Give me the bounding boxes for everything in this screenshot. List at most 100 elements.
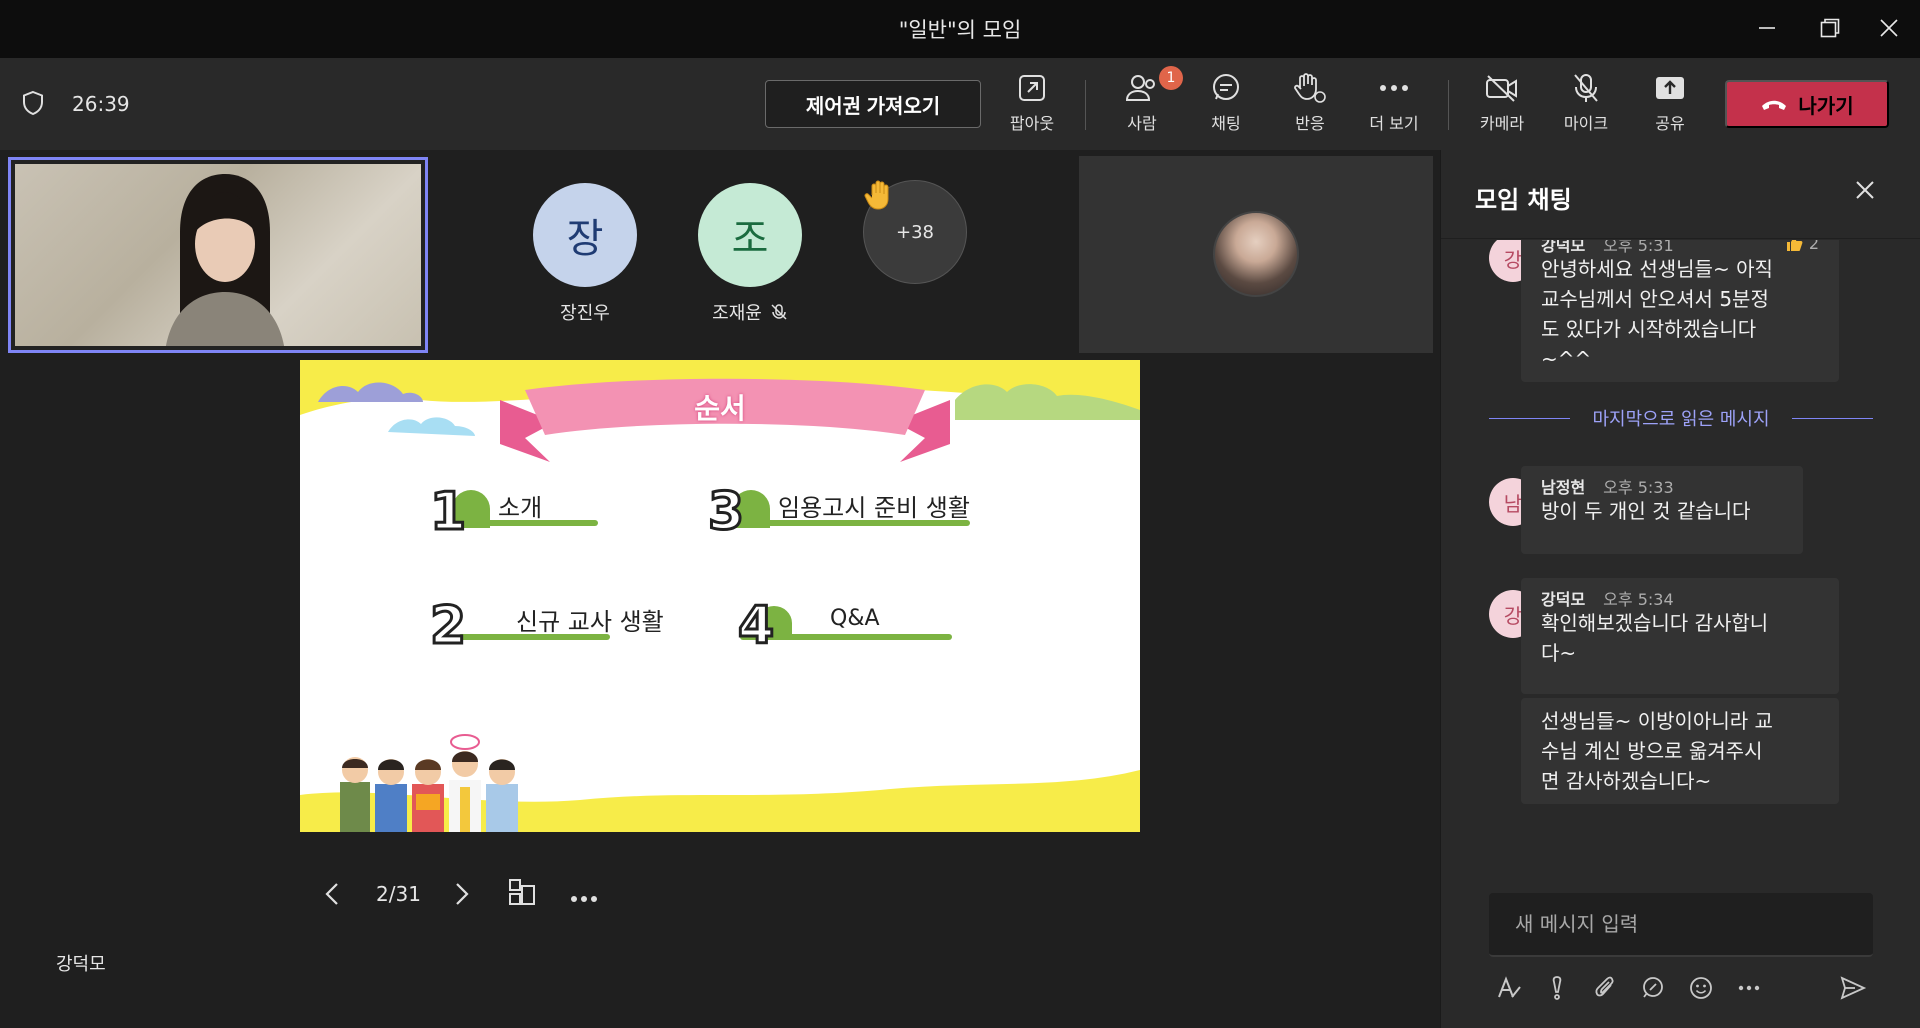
slides-grid-icon xyxy=(509,879,535,905)
chat-message[interactable]: 강덕모 오후 5:34 확인해보겠습니다 감사합니 다~ xyxy=(1521,578,1839,694)
slide-item-number: 2 xyxy=(428,595,467,658)
chat-message[interactable]: 선생님들~ 이방이아니라 교 수님 계신 방으로 옮겨주시 면 감사하겠습니다~ xyxy=(1521,698,1839,804)
more-label: 더 보기 xyxy=(1369,114,1419,133)
share-label: 공유 xyxy=(1655,114,1685,133)
mic-label: 마이크 xyxy=(1563,114,1609,133)
message-author: 남정현 xyxy=(1541,478,1586,497)
next-slide-button[interactable] xyxy=(454,882,470,910)
important-button[interactable] xyxy=(1539,968,1575,1008)
avatar xyxy=(1213,211,1299,297)
chat-button[interactable]: 채팅 xyxy=(1184,66,1268,144)
popout-label: 팝아웃 xyxy=(1009,114,1055,133)
message-time: 오후 5:33 xyxy=(1603,478,1674,497)
mic-off-icon xyxy=(771,304,787,320)
chat-panel-title: 모임 채팅 xyxy=(1475,186,1572,214)
message-time: 오후 5:31 xyxy=(1603,240,1674,255)
popout-button[interactable]: 팝아웃 xyxy=(990,66,1074,144)
phone-hangup-icon xyxy=(1762,100,1787,110)
loop-icon xyxy=(1643,977,1663,998)
self-video-tile[interactable] xyxy=(8,157,428,353)
mic-off-icon xyxy=(1574,74,1598,102)
slide-item-label: 임용고시 준비 생활 xyxy=(778,494,970,522)
message-time: 오후 5:34 xyxy=(1603,590,1674,609)
raised-hand-icon xyxy=(863,178,897,216)
restore-icon xyxy=(1820,18,1840,38)
people-button[interactable]: 1 사람 xyxy=(1100,66,1184,144)
share-button[interactable]: 공유 xyxy=(1628,66,1712,144)
leave-button[interactable]: 나가기 xyxy=(1725,80,1889,128)
compose-more-button[interactable] xyxy=(1731,968,1767,1008)
slide-navigation: 2/31 xyxy=(314,870,614,914)
slide-more-button[interactable] xyxy=(570,888,598,907)
chat-message-list[interactable]: 강 강덕모 오후 5:31 2 안녕하세요 선생님들~ 아직 교수님께서 안오셔… xyxy=(1441,240,1920,890)
avatar: 장 xyxy=(533,183,637,287)
slide-item-label: Q&A xyxy=(830,606,880,631)
leave-label: 나가기 xyxy=(1798,95,1854,118)
chevron-right-icon xyxy=(456,883,469,905)
exclamation-icon xyxy=(1552,976,1562,1000)
slide-page-indicator: 2/31 xyxy=(376,882,421,906)
message-author: 강덕모 xyxy=(1541,590,1586,609)
message-author: 강덕모 xyxy=(1541,240,1586,255)
people-icon xyxy=(1125,75,1155,101)
last-read-divider: 마지막으로 읽은 메시지 xyxy=(1489,403,1874,433)
minimize-icon xyxy=(1759,27,1775,29)
take-control-button[interactable]: 제어권 가져오기 xyxy=(765,80,981,128)
mic-button[interactable]: 마이크 xyxy=(1544,66,1628,144)
presentation-slide: 순서 1 소개 3 임용고시 준비 생활 2 신규 교사 생활 4 Q&A xyxy=(300,360,1140,832)
chat-icon xyxy=(1213,74,1239,100)
participant-video-person xyxy=(166,174,284,346)
format-button[interactable] xyxy=(1491,968,1527,1008)
close-icon xyxy=(1880,19,1898,37)
meeting-chat-panel: 모임 채팅 강 강덕모 오후 5:31 2 안녕하세요 선생님들~ 아직 교수님… xyxy=(1440,150,1920,1028)
participant-tile[interactable]: 조 조재윤 xyxy=(670,183,830,325)
chat-label: 채팅 xyxy=(1211,114,1241,133)
slide-item-label: 소개 xyxy=(498,494,543,522)
slide-item-label: 신규 교사 생활 xyxy=(516,608,664,636)
emoji-button[interactable] xyxy=(1683,968,1719,1008)
more-icon xyxy=(1380,85,1408,91)
slide-item-number: 3 xyxy=(706,481,745,544)
slide-thumbnails-button[interactable] xyxy=(508,878,536,910)
close-window-button[interactable] xyxy=(1866,8,1912,48)
compose-box[interactable] xyxy=(1489,893,1873,957)
attach-button[interactable] xyxy=(1587,968,1623,1008)
self-video xyxy=(15,164,421,346)
presenter-name: 강덕모 xyxy=(56,954,106,975)
message-body: 확인해보겠습니다 감사합니 다~ xyxy=(1541,611,1769,665)
meeting-timer: 26:39 xyxy=(72,92,130,116)
minimize-button[interactable] xyxy=(1744,8,1790,48)
chat-message[interactable]: 강덕모 오후 5:31 2 안녕하세요 선생님들~ 아직 교수님께서 안오셔서 … xyxy=(1521,240,1839,382)
send-button[interactable] xyxy=(1835,968,1871,1008)
camera-label: 카메라 xyxy=(1479,114,1525,133)
previous-slide-button[interactable] xyxy=(324,882,340,910)
meeting-toolbar: 26:39 제어권 가져오기 팝아웃 1 사람 채팅 반응 더 보기 카메라 마… xyxy=(0,58,1920,150)
send-icon xyxy=(1840,976,1867,1000)
message-reaction[interactable]: 2 xyxy=(1785,240,1819,254)
restore-button[interactable] xyxy=(1807,8,1853,48)
chevron-left-icon xyxy=(325,883,338,905)
more-button[interactable]: 더 보기 xyxy=(1352,66,1436,144)
reactions-button[interactable]: 반응 xyxy=(1268,66,1352,144)
slide-item-number: 1 xyxy=(428,481,467,544)
message-body: 선생님들~ 이방이아니라 교 수님 계신 방으로 옮겨주시 면 감사하겠습니다~ xyxy=(1541,709,1773,793)
shield-icon xyxy=(22,90,44,120)
close-icon xyxy=(1856,181,1874,199)
popout-icon xyxy=(1019,75,1045,101)
window-title: "일반"의 모임 xyxy=(898,18,1022,42)
message-body: 안녕하세요 선생님들~ 아직 교수님께서 안오셔서 5분정 도 있다가 시작하겠… xyxy=(1541,257,1773,371)
participant-tile[interactable]: 장 장진우 xyxy=(505,183,665,325)
close-chat-button[interactable] xyxy=(1853,178,1877,206)
participant-name: 장진우 xyxy=(560,303,610,324)
message-body: 방이 두 개인 것 같습니다 xyxy=(1541,499,1751,523)
loop-button[interactable] xyxy=(1635,968,1671,1008)
message-input[interactable] xyxy=(1489,893,1873,955)
camera-button[interactable]: 카메라 xyxy=(1460,66,1544,144)
chat-message[interactable]: 남정현 오후 5:33 방이 두 개인 것 같습니다 xyxy=(1521,466,1803,554)
paperclip-icon xyxy=(1595,976,1614,997)
more-icon xyxy=(571,896,597,902)
camera-off-icon xyxy=(1486,75,1517,102)
thumbs-up-icon xyxy=(1786,240,1803,251)
participant-video-tile[interactable] xyxy=(1079,156,1433,353)
avatar: 조 xyxy=(698,183,802,287)
